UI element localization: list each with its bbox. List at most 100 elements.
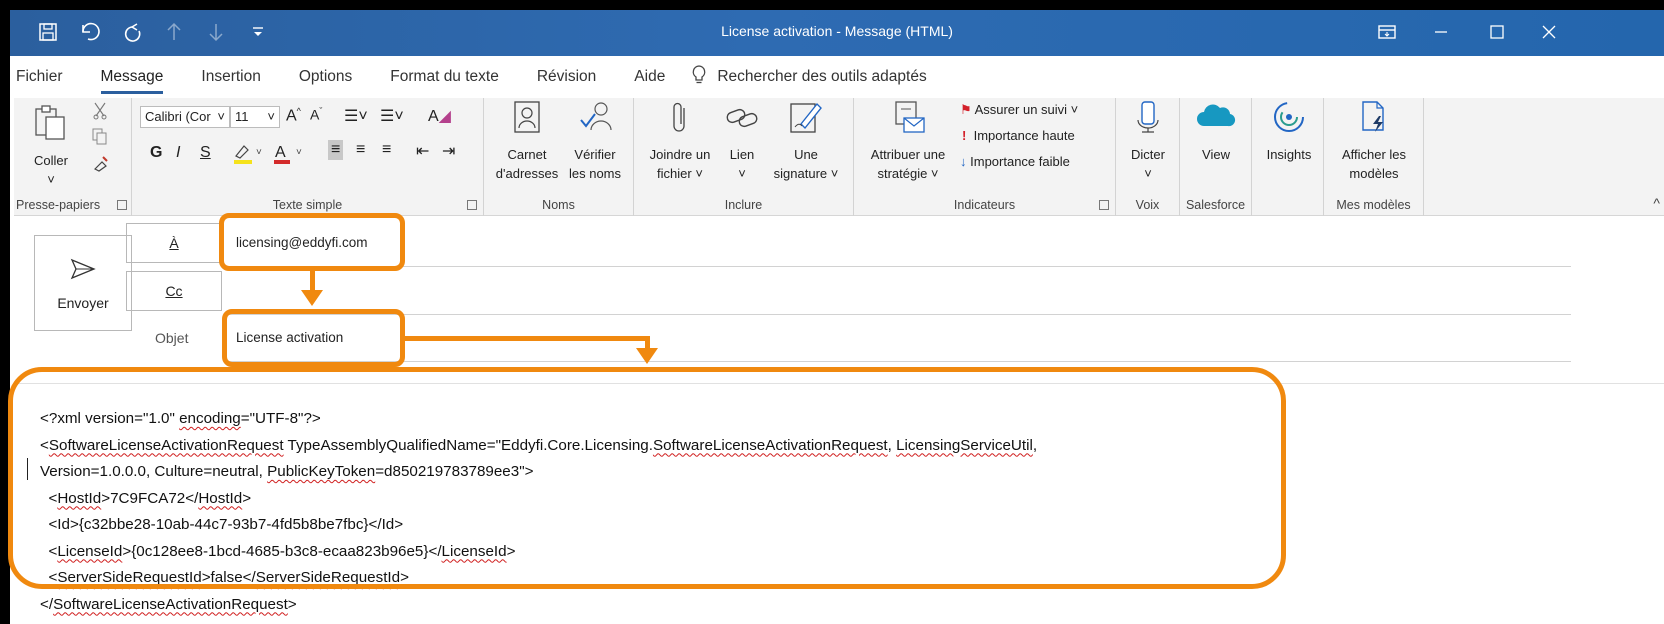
arrow-to-subject-line (310, 270, 315, 292)
exclamation-icon: ! (962, 128, 967, 143)
paperclip-icon (642, 100, 718, 139)
lightbulb-icon (691, 64, 707, 90)
microphone-icon (1120, 100, 1176, 139)
group-label-clipboard: Presse-papiers (16, 198, 101, 212)
arrow-to-body-head (636, 348, 658, 364)
misspelled-word: SoftwareLicenseActivationRequest (53, 595, 288, 613)
tab-options[interactable]: Options (299, 68, 352, 86)
tags-launcher-icon[interactable] (1099, 200, 1109, 210)
grow-font-icon[interactable]: A^ (286, 106, 301, 125)
collapse-ribbon-icon[interactable]: ^ (1653, 195, 1660, 211)
address-book-button[interactable]: Carnet d'adresses (492, 100, 562, 183)
high-importance-button[interactable]: ! Importance haute (962, 128, 1075, 143)
numbering-icon[interactable]: ☰˅ (380, 106, 404, 126)
clear-formatting-icon[interactable]: A◢ (428, 106, 451, 126)
tab-aide[interactable]: Aide (634, 68, 665, 86)
highlight-subject (222, 309, 405, 367)
cut-icon[interactable] (92, 102, 108, 125)
svg-text:˅: ˅ (256, 147, 262, 158)
close-icon[interactable] (1532, 16, 1566, 48)
screen-top-edge (0, 0, 1664, 10)
format-painter-icon[interactable] (92, 154, 110, 177)
group-names: Carnet d'adresses Vérifier les noms Noms (484, 98, 634, 216)
cc-field-underline[interactable] (226, 314, 1571, 315)
group-label-my-templates: Mes modèles (1336, 198, 1411, 212)
send-icon (35, 258, 131, 283)
tab-insertion[interactable]: Insertion (201, 68, 260, 86)
font-color-icon[interactable]: A ˅ (272, 142, 306, 169)
decrease-indent-icon[interactable]: ⇤ (416, 141, 429, 161)
basic-text-launcher-icon[interactable] (467, 200, 477, 210)
align-center-icon[interactable]: ≡ (356, 141, 365, 159)
to-button[interactable]: À (126, 223, 222, 263)
group-label-salesforce: Salesforce (1185, 198, 1246, 212)
copy-icon[interactable] (92, 128, 108, 151)
group-tags: Attribuer une stratégie ˅ ⚑ Assurer un su… (854, 98, 1116, 216)
arrow-to-subject-head (301, 290, 323, 306)
group-my-templates: Afficher les modèles Mes modèles (1324, 98, 1424, 216)
salesforce-view-button[interactable]: View (1188, 100, 1244, 164)
tab-message[interactable]: Message (100, 68, 163, 94)
bullets-icon[interactable]: ☰˅ (344, 106, 368, 126)
title-bar: License activation - Message (HTML) (10, 10, 1664, 56)
group-basic-text: Calibri (Cor ˅ 11 ˅ A^ Aˇ ☰˅ ☰˅ A◢ G I S ˅… (132, 98, 484, 216)
low-importance-button[interactable]: ↓ Importance faible (960, 154, 1070, 169)
check-names-icon (562, 100, 628, 139)
dictate-button[interactable]: Dicter ˅ (1120, 100, 1176, 183)
maximize-icon[interactable] (1480, 16, 1514, 48)
follow-up-button[interactable]: ⚑ Assurer un suivi ˅ (960, 102, 1078, 118)
font-size-select[interactable]: 11 ˅ (230, 106, 280, 128)
font-name-select[interactable]: Calibri (Cor ˅ (140, 106, 230, 128)
check-names-button[interactable]: Vérifier les noms (562, 100, 628, 183)
increase-indent-icon[interactable]: ⇥ (442, 141, 455, 161)
bold-button[interactable]: G (150, 144, 162, 162)
signature-button[interactable]: Une signature ˅ (766, 100, 846, 183)
assign-policy-button[interactable]: Attribuer une stratégie ˅ (862, 100, 954, 183)
send-label: Envoyer (57, 295, 109, 311)
tell-me-search[interactable]: Rechercher des outils adaptés (691, 64, 927, 90)
subject-label: Objet (155, 330, 189, 346)
group-label-tags: Indicateurs (953, 198, 1016, 212)
tab-revision[interactable]: Révision (537, 68, 596, 86)
arrow-to-body-horizontal (404, 336, 649, 341)
link-button[interactable]: Lien ˅ (720, 100, 764, 183)
subject-field-underline (226, 361, 1571, 362)
underline-button[interactable]: S (200, 144, 211, 162)
menu-bar: Fichier Message Insertion Options Format… (16, 56, 927, 98)
group-clipboard: Coller ˅ Presse-papiers (14, 98, 132, 216)
chevron-down-icon: ˅ (47, 172, 55, 187)
signature-icon (766, 100, 846, 139)
cc-button[interactable]: Cc (126, 271, 222, 311)
send-button[interactable]: Envoyer (34, 235, 132, 331)
clipboard-launcher-icon[interactable] (117, 200, 127, 210)
group-include: Joindre un fichier ˅ Lien ˅ Une signature ˅… (634, 98, 854, 216)
group-label-voice: Voix (1135, 198, 1160, 212)
tab-format-du-texte[interactable]: Format du texte (390, 68, 499, 86)
insights-button[interactable]: Insights (1258, 100, 1320, 164)
highlight-icon[interactable]: ˅ (232, 142, 266, 169)
ribbon-display-icon[interactable] (1370, 16, 1404, 48)
paste-button[interactable]: Coller ˅ (28, 104, 74, 189)
svg-text:A: A (275, 144, 286, 161)
attach-file-button[interactable]: Joindre un fichier ˅ (642, 100, 718, 183)
highlight-to-address (219, 213, 405, 271)
link-icon (720, 100, 764, 139)
italic-button[interactable]: I (176, 144, 180, 162)
flag-icon: ⚑ (960, 102, 972, 117)
address-book-icon (492, 100, 562, 139)
paste-icon (28, 104, 74, 145)
view-templates-button[interactable]: Afficher les modèles (1330, 100, 1418, 183)
ribbon: Coller ˅ Presse-papiers Calibri (Cor ˅ 11 ˅… (14, 98, 1664, 216)
minimize-icon[interactable] (1424, 16, 1458, 48)
align-left-icon[interactable]: ≡ (328, 140, 344, 160)
insights-icon (1258, 100, 1320, 139)
tab-fichier[interactable]: Fichier (16, 68, 63, 86)
group-label-include: Inclure (724, 198, 763, 212)
shrink-font-icon[interactable]: Aˇ (310, 106, 322, 123)
group-salesforce: View Salesforce (1180, 98, 1252, 216)
templates-icon (1330, 100, 1418, 139)
align-right-icon[interactable]: ≡ (382, 141, 391, 159)
down-arrow-blue-icon: ↓ (960, 154, 967, 169)
window-title: License activation - Message (HTML) (721, 23, 953, 39)
group-label-names: Noms (542, 198, 575, 212)
